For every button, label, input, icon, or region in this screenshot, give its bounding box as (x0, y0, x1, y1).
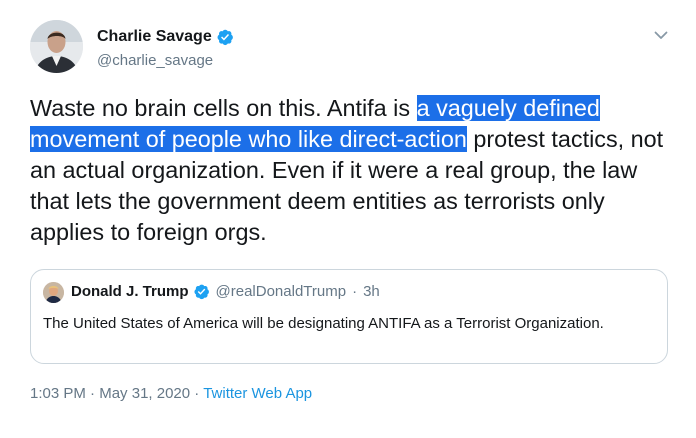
tweet-text: Waste no brain cells on this. Antifa is … (30, 93, 670, 248)
quoted-separator: · (352, 283, 358, 300)
author-avatar[interactable] (30, 20, 83, 73)
tweet-date[interactable]: May 31, 2020 (99, 385, 190, 402)
quoted-author-name: Donald J. Trump (71, 283, 189, 300)
quoted-timestamp: 3h (363, 283, 380, 300)
quoted-header: Donald J. Trump @realDonaldTrump · 3h (71, 283, 380, 300)
tweet-card: Charlie Savage @charlie_savage Waste no … (0, 0, 696, 438)
quoted-tweet[interactable]: Donald J. Trump @realDonaldTrump · 3h Th… (30, 269, 668, 364)
verified-badge-icon (216, 28, 234, 46)
selected-text-highlight: a vaguely defined (416, 95, 600, 121)
quoted-avatar (43, 282, 64, 303)
selected-text-highlight-2: movement of people who like direct-actio… (30, 126, 467, 152)
meta-separator: · (194, 385, 200, 402)
meta-separator: · (90, 385, 96, 402)
tweet-metadata: 1:03 PM · May 31, 2020 · Twitter Web App (30, 385, 312, 402)
tweet-time[interactable]: 1:03 PM (30, 385, 86, 402)
tweet-text-before: Waste no brain cells on this. Antifa is (30, 95, 411, 121)
author-name[interactable]: Charlie Savage (97, 28, 212, 46)
quoted-tweet-text: The United States of America will be des… (43, 315, 604, 332)
quoted-author-handle: @realDonaldTrump (215, 283, 347, 300)
tweet-source-link[interactable]: Twitter Web App (203, 385, 312, 402)
author-handle[interactable]: @charlie_savage (97, 52, 234, 69)
chevron-down-icon[interactable] (652, 26, 670, 44)
verified-badge-icon (193, 283, 210, 300)
author-info: Charlie Savage @charlie_savage (97, 26, 234, 69)
